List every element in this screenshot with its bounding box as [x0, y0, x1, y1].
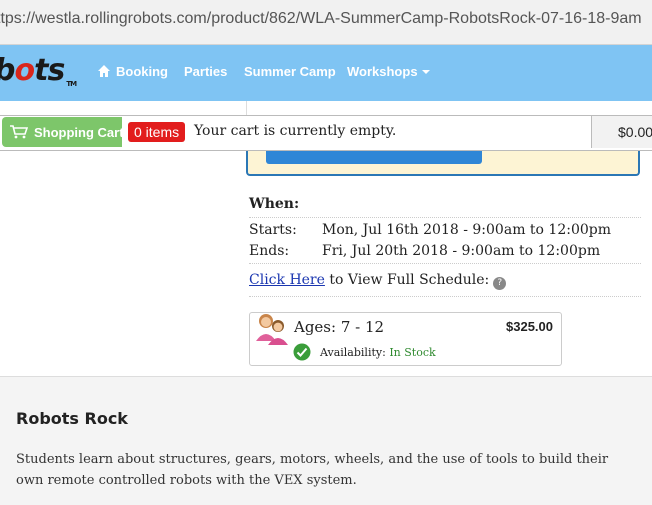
starts-label: Starts: [249, 222, 297, 238]
logo-trademark: TM [66, 80, 77, 88]
description-text: Students learn about structures, gears, … [16, 452, 609, 488]
home-icon [98, 65, 110, 77]
description-title: Robots Rock [16, 409, 128, 428]
cart-status-message: Your cart is currently empty. [194, 123, 397, 139]
cart-items-badge: 0 items [128, 122, 186, 142]
price-box: Ages: 7 - 12 $325.00 Availability: In St… [249, 312, 562, 366]
kids-icon [256, 314, 288, 345]
nav-booking[interactable]: Booking [98, 64, 168, 79]
site-logo[interactable]: botsTM [0, 53, 77, 88]
shopping-cart-label: Shopping Cart [34, 125, 124, 140]
shopping-cart-bar: Shopping Cart 0 items Your cart is curre… [0, 115, 652, 151]
logo-gear: o [14, 53, 35, 88]
cart-icon [10, 125, 28, 139]
cart-total-value: $0.00 [618, 124, 652, 140]
ages-text: Ages: 7 - 12 [294, 318, 385, 336]
click-here-link[interactable]: Click Here [249, 272, 325, 288]
availability: Availability: In Stock [320, 346, 436, 359]
description-section: Robots Rock Students learn about structu… [0, 376, 652, 505]
cart-total: $0.00 [591, 116, 652, 148]
nav-summer-camp-label: Summer Camp [244, 64, 336, 79]
top-navigation: botsTM Booking Parties Summer Camp Works… [0, 45, 652, 101]
nav-parties[interactable]: Parties [184, 64, 227, 79]
nav-workshops[interactable]: Workshops [347, 64, 430, 79]
schedule-row: Click Here to View Full Schedule:? [249, 272, 507, 290]
when-heading: When: [249, 196, 300, 212]
ends-label: Ends: [249, 243, 290, 259]
divider [249, 217, 641, 218]
content-column-edge [246, 101, 647, 115]
ends-value: Fri, Jul 20th 2018 - 9:00am to 12:00pm [322, 243, 601, 259]
availability-label: Availability: [320, 346, 386, 359]
availability-value: In Stock [389, 346, 436, 359]
starts-value: Mon, Jul 16th 2018 - 9:00am to 12:00pm [322, 222, 612, 238]
divider [249, 263, 641, 264]
url-text[interactable]: ttps://westla.rollingrobots.com/product/… [0, 10, 642, 28]
address-bar[interactable]: ttps://westla.rollingrobots.com/product/… [0, 0, 652, 45]
logo-text: b [0, 53, 16, 88]
help-icon[interactable]: ? [493, 277, 507, 290]
shopping-cart-button[interactable]: Shopping Cart [2, 117, 124, 147]
price-value: $325.00 [506, 319, 553, 334]
nav-workshops-label: Workshops [347, 64, 418, 79]
logo-text-end: ts [34, 53, 65, 88]
caret-down-icon [421, 70, 430, 74]
nav-summer-camp[interactable]: Summer Camp [244, 64, 336, 79]
nav-booking-label: Booking [116, 64, 168, 79]
schedule-text: to View Full Schedule: [324, 272, 490, 288]
divider [249, 296, 641, 297]
nav-parties-label: Parties [184, 64, 228, 79]
check-circle-icon [293, 343, 311, 361]
